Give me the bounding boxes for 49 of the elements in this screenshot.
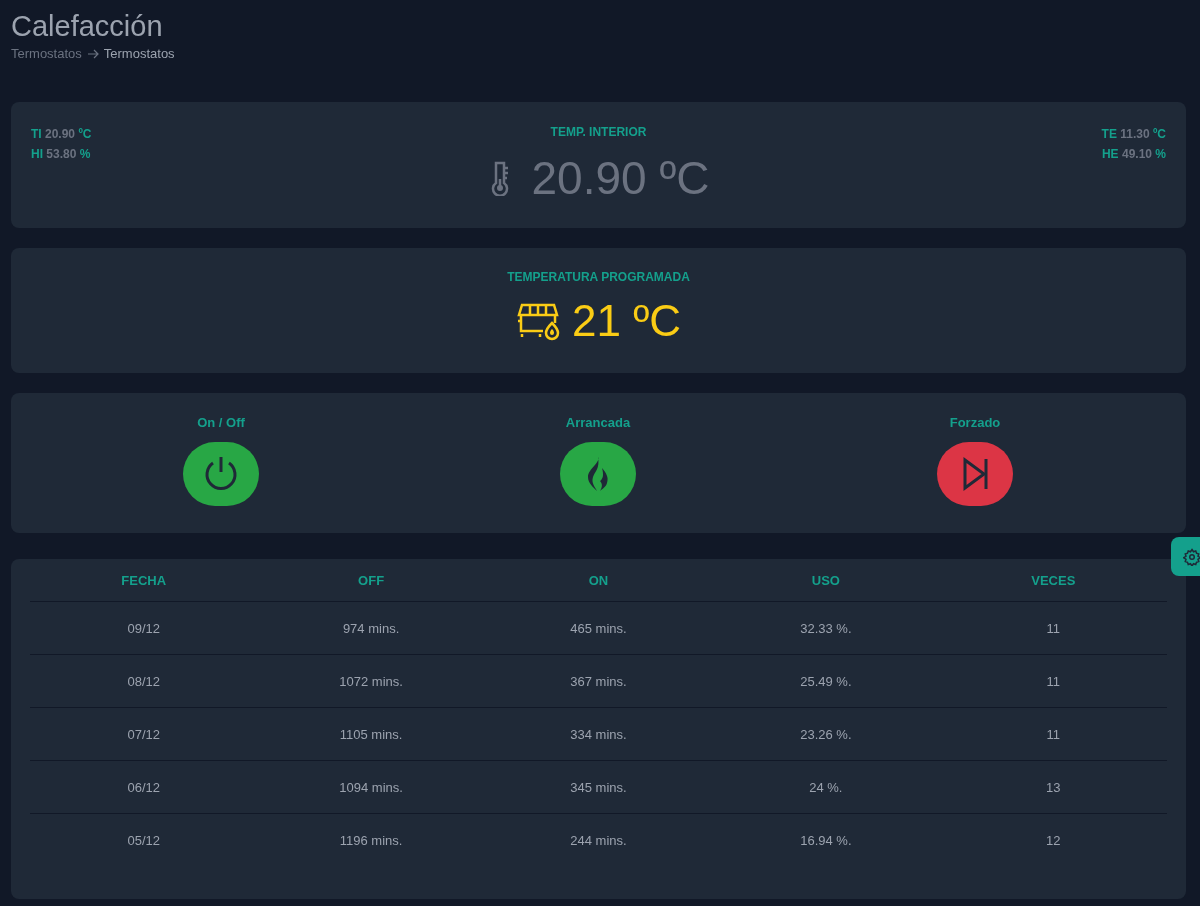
programmed-temperature: 21 ºC bbox=[572, 296, 681, 346]
table-cell: 11 bbox=[939, 654, 1167, 708]
table-cell: 25.49 %. bbox=[712, 654, 940, 708]
table-cell: 1196 mins. bbox=[257, 813, 485, 866]
table-cell: 1105 mins. bbox=[257, 707, 485, 761]
table-cell: 11 bbox=[939, 601, 1167, 655]
breadcrumb-current: Termostatos bbox=[103, 46, 175, 61]
table-cell: 23.26 %. bbox=[712, 707, 940, 761]
table-cell: 16.94 %. bbox=[712, 813, 940, 866]
settings-button[interactable] bbox=[1171, 537, 1200, 576]
table-cell: 24 %. bbox=[712, 760, 940, 814]
control-label: On / Off bbox=[197, 415, 245, 430]
page-title: Calefacción bbox=[11, 9, 163, 44]
reading-text: TI 20.90 ºC bbox=[31, 126, 93, 143]
column-header: FECHA bbox=[30, 559, 258, 602]
section-label: TEMP. INTERIOR bbox=[550, 125, 647, 139]
boiler-flame-icon bbox=[516, 301, 562, 341]
section-label: TEMPERATURA PROGRAMADA bbox=[507, 270, 690, 284]
reading-text: TE 11.30 ºC bbox=[1100, 126, 1166, 143]
table-cell: 974 mins. bbox=[257, 601, 485, 655]
control-label: Arrancada bbox=[565, 415, 631, 430]
table-cell: 334 mins. bbox=[484, 707, 713, 761]
arrow-icon bbox=[86, 48, 99, 59]
temperature-value: 20.90 ºC bbox=[531, 151, 710, 205]
table-cell: 06/12 bbox=[30, 760, 258, 814]
table-cell: 32.33 %. bbox=[712, 601, 940, 655]
table-cell: 11 bbox=[939, 707, 1167, 761]
table-cell: 345 mins. bbox=[484, 760, 713, 814]
table-cell: 244 mins. bbox=[484, 813, 713, 866]
table-cell: 08/12 bbox=[30, 654, 258, 708]
reading-text: HI 53.80 % bbox=[31, 146, 92, 163]
column-header: OFF bbox=[257, 559, 485, 602]
control-label: Forzado bbox=[949, 415, 1001, 430]
settings-icon bbox=[1183, 547, 1200, 566]
table-cell: 05/12 bbox=[30, 813, 258, 866]
table-cell: 367 mins. bbox=[484, 654, 713, 708]
table-cell: 07/12 bbox=[30, 707, 258, 761]
column-header: VECES bbox=[939, 559, 1167, 602]
breadcrumb-link[interactable]: Termostatos bbox=[11, 46, 82, 61]
table-cell: 1072 mins. bbox=[257, 654, 485, 708]
table-cell: 12 bbox=[939, 813, 1167, 866]
table-cell: 13 bbox=[939, 760, 1167, 814]
column-header: ON bbox=[484, 559, 713, 602]
table-cell: 09/12 bbox=[30, 601, 258, 655]
toggle-button[interactable] bbox=[183, 442, 259, 506]
reading-text: HE 49.10 % bbox=[1100, 146, 1166, 163]
table-cell: 1094 mins. bbox=[257, 760, 485, 814]
column-header: USO bbox=[712, 559, 940, 602]
table-cell: 465 mins. bbox=[484, 601, 713, 655]
